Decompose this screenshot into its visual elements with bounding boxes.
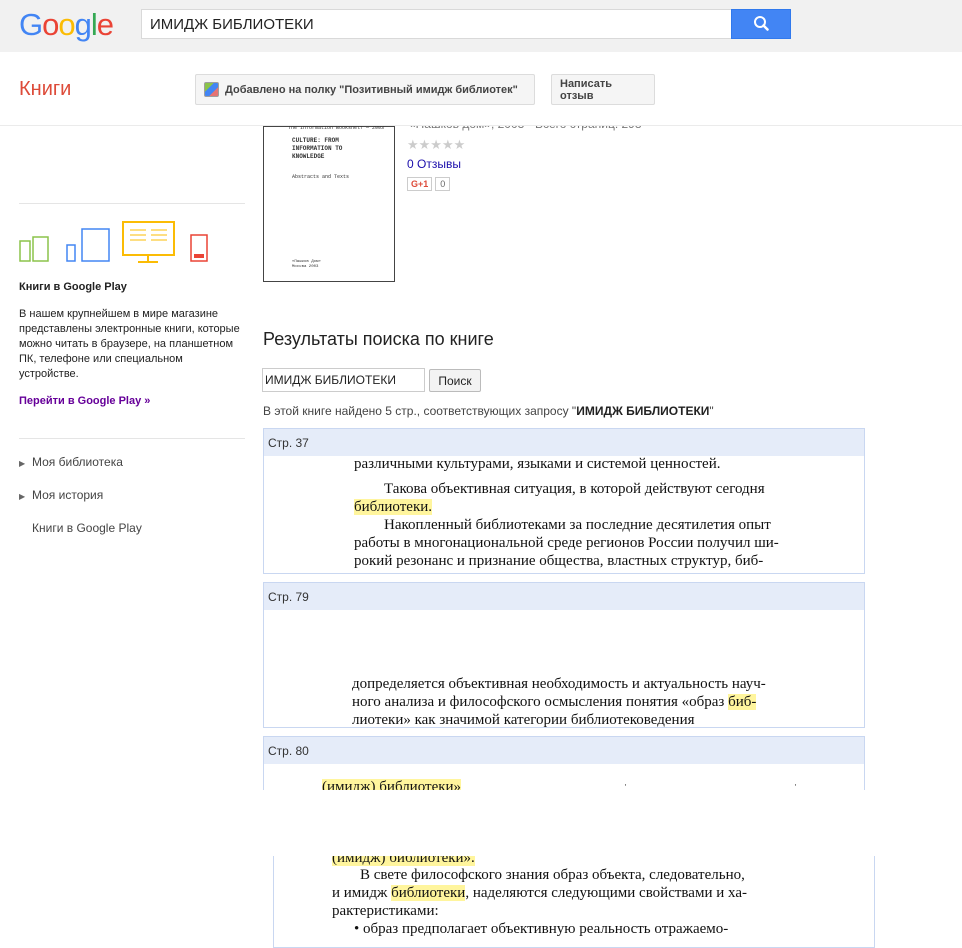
devices-illustration-icon — [19, 221, 208, 263]
gplus-count: 0 — [435, 177, 451, 191]
shelf-button-label: Добавлено на полку "Позитивный имидж биб… — [225, 83, 518, 96]
divider — [19, 438, 245, 439]
logo-letter: e — [96, 7, 114, 42]
snippet-line: и имидж библиотеки, наделяются следующим… — [332, 884, 747, 902]
found-query: ИМИДЖ БИБЛИОТЕКИ — [576, 404, 710, 418]
book-cover[interactable]: The Information Bookshelf — 2003 CULTURE… — [263, 125, 395, 282]
result-snippet[interactable]: (имидж) библиотеки» · · — [264, 764, 864, 790]
snippet-line: Накопленный библиотеками за последние де… — [384, 517, 771, 533]
divider — [19, 203, 245, 204]
results-heading: Результаты поиска по книге — [263, 329, 494, 349]
search-box[interactable] — [141, 9, 732, 39]
gplus-widget[interactable]: G+1 0 — [407, 177, 451, 191]
cover-publisher: «Пашков Дом» Москва 2003 — [292, 260, 321, 269]
bookshelf-icon — [204, 82, 219, 97]
logo-letter: G — [19, 7, 43, 42]
books-section-title[interactable]: Книги — [19, 78, 71, 101]
highlight: (имидж) библиотеки» — [322, 779, 462, 790]
search-button[interactable] — [731, 9, 791, 39]
result-item[interactable]: Стр. 37 различными культурами, языками и… — [263, 428, 865, 574]
highlight: библиотеки. — [354, 499, 433, 515]
search-input[interactable] — [142, 10, 732, 38]
gplus-button[interactable]: G+1 — [407, 177, 433, 191]
nav-my-history[interactable]: ▶ Моя история — [19, 488, 103, 502]
snippet-text: , наделяются следующими свойствами и ха- — [465, 885, 747, 901]
snippet-mark: · — [794, 780, 797, 790]
in-book-search-button[interactable]: Поиск — [429, 369, 481, 392]
snippet-text: ного анализа и философского осмысления п… — [352, 694, 725, 710]
result-page-label[interactable]: Стр. 79 — [264, 583, 864, 610]
logo-letter: o — [58, 7, 75, 42]
result-page-label[interactable]: Стр. 80 — [264, 737, 864, 764]
go-to-play-link[interactable]: Перейти в Google Play » — [19, 395, 150, 407]
snippet-line: Такова объективная ситуация, в которой д… — [384, 481, 765, 497]
result-snippet-continued[interactable]: (имидж) библиотеки». В свете философског… — [273, 856, 875, 948]
snippet-line: ного анализа и философского осмысления п… — [352, 693, 757, 711]
highlight: биб- — [728, 694, 757, 710]
play-description: В нашем крупнейшем в мире магазине предс… — [19, 308, 240, 380]
snippet-line: рокий резонанс и признание общества, вла… — [354, 553, 764, 569]
cover-subtitle: Abstracts and Texts — [292, 174, 350, 180]
result-item[interactable]: Стр. 80 (имидж) библиотеки» · · — [263, 736, 865, 790]
snippet-line: работы в многонациональной среде регионо… — [354, 535, 779, 551]
result-item[interactable]: Стр. 79 допределяется объективная необхо… — [263, 582, 865, 728]
found-prefix: В этой книге найдено 5 стр., соответству… — [263, 404, 577, 418]
logo-letter: o — [42, 7, 59, 42]
top-bar: Google — [0, 0, 962, 52]
play-heading: Книги в Google Play — [19, 281, 127, 293]
result-page-label[interactable]: Стр. 37 — [264, 429, 864, 456]
snippet-line: различными культурами, языками и системо… — [354, 456, 721, 472]
snippet-line: библиотеки. — [354, 498, 433, 516]
write-review-button[interactable]: Написать отзыв — [551, 74, 655, 105]
snippet-text: и имидж — [332, 885, 392, 901]
result-snippet[interactable]: различными культурами, языками и системо… — [264, 456, 864, 573]
nav-my-library[interactable]: ▶ Моя библиотека — [19, 455, 123, 469]
logo-letter: g — [74, 7, 92, 42]
write-review-label: Написать отзыв — [560, 77, 612, 102]
shelf-button[interactable]: Добавлено на полку "Позитивный имидж биб… — [195, 74, 535, 105]
snippet-line: допределяется объективная необходимость … — [352, 676, 766, 692]
snippet-line: (имидж) библиотеки» — [322, 778, 462, 790]
nav-label: Моя история — [32, 488, 104, 502]
snippet-mark: · — [624, 780, 627, 790]
highlight: библиотеки — [391, 885, 466, 901]
result-snippet[interactable]: (имидж) библиотеки». В свете философског… — [274, 856, 874, 947]
search-icon — [754, 16, 769, 31]
google-logo[interactable]: Google — [19, 7, 114, 42]
highlight: (имидж) библиотеки». — [332, 856, 475, 866]
rating-stars[interactable]: ★★★★★ — [407, 137, 465, 153]
nav-label: Книги в Google Play — [32, 521, 142, 535]
expand-triangle-icon: ▶ — [19, 459, 26, 468]
found-suffix: " — [709, 404, 714, 418]
snippet-line: • образ предполагает объективную реально… — [354, 921, 729, 937]
found-summary: В этой книге найдено 5 стр., соответству… — [263, 404, 714, 418]
capture-gap — [0, 790, 962, 856]
books-toolbar: Книги Добавлено на полку "Позитивный ими… — [0, 52, 962, 126]
nav-label: Моя библиотека — [32, 455, 123, 469]
cover-title: CULTURE: FROM INFORMATION TO KNOWLEDGE — [292, 137, 343, 160]
reviews-link[interactable]: 0 Отзывы — [407, 157, 461, 171]
expand-triangle-icon: ▶ — [19, 492, 26, 501]
snippet-line: рактеристиками: — [332, 903, 439, 919]
result-snippet[interactable]: допределяется объективная необходимость … — [264, 610, 864, 728]
snippet-line: В свете философского знания образ объект… — [360, 867, 745, 883]
in-book-search-input[interactable] — [262, 368, 425, 392]
nav-books-in-play[interactable]: Книги в Google Play — [32, 521, 142, 535]
snippet-line: лиотеки» как значимой категории библиоте… — [352, 712, 695, 728]
